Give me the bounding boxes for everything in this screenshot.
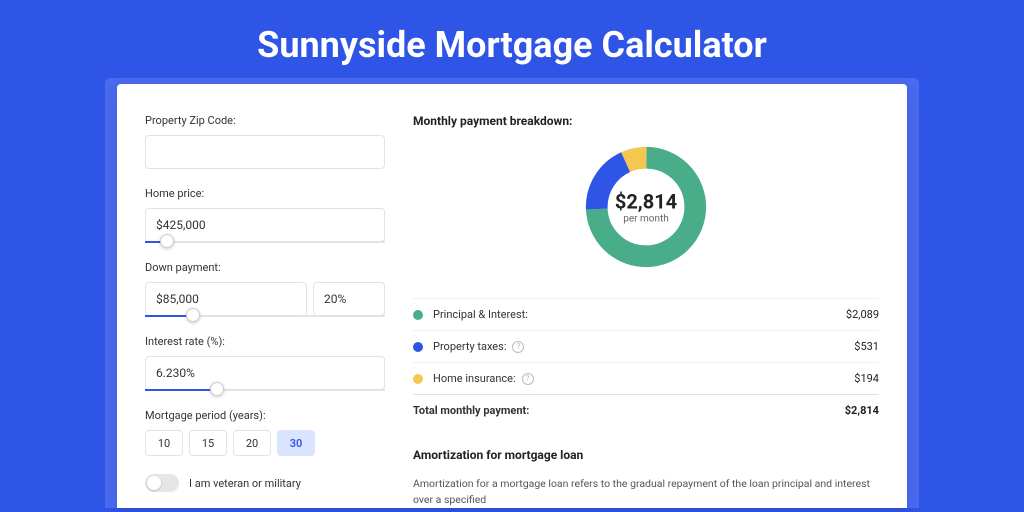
zip-field: Property Zip Code:	[145, 114, 385, 169]
period-button-20[interactable]: 20	[233, 430, 271, 456]
down-payment-slider[interactable]	[145, 315, 385, 317]
breakdown-value: $194	[854, 372, 879, 385]
total-label: Total monthly payment:	[413, 404, 845, 417]
home-price-label: Home price:	[145, 187, 385, 200]
period-button-10[interactable]: 10	[145, 430, 183, 456]
zip-label: Property Zip Code:	[145, 114, 385, 127]
breakdown-value: $531	[854, 340, 879, 353]
breakdown-label: Principal & Interest:	[433, 308, 846, 321]
amortization-body: Amortization for a mortgage loan refers …	[413, 476, 879, 508]
donut-amount: $2,814	[615, 190, 677, 214]
donut-chart: $2,814 per month	[413, 142, 879, 272]
page-title: Sunnyside Mortgage Calculator	[0, 0, 1024, 84]
breakdown-column: Monthly payment breakdown: $2,814 per mo…	[413, 114, 879, 508]
breakdown-label: Property taxes:?	[433, 340, 854, 353]
slider-fill	[145, 389, 217, 391]
info-icon[interactable]: ?	[512, 341, 524, 353]
period-button-15[interactable]: 15	[189, 430, 227, 456]
period-buttons: 10152030	[145, 430, 385, 456]
slider-thumb[interactable]	[160, 234, 174, 248]
info-icon[interactable]: ?	[522, 373, 534, 385]
breakdown-row: Property taxes:?$531	[413, 330, 879, 362]
breakdown-row: Principal & Interest:$2,089	[413, 298, 879, 330]
down-payment-field: Down payment:	[145, 261, 385, 317]
veteran-label: I am veteran or military	[189, 477, 301, 490]
interest-rate-input[interactable]	[145, 356, 385, 390]
interest-rate-field: Interest rate (%):	[145, 335, 385, 391]
period-button-30[interactable]: 30	[277, 430, 315, 456]
total-row: Total monthly payment: $2,814	[413, 394, 879, 426]
breakdown-row: Home insurance:?$194	[413, 362, 879, 394]
down-payment-input[interactable]	[145, 282, 307, 316]
veteran-row: I am veteran or military	[145, 474, 385, 492]
breakdown-title: Monthly payment breakdown:	[413, 114, 879, 128]
home-price-input[interactable]	[145, 208, 385, 242]
interest-rate-slider[interactable]	[145, 389, 385, 391]
inputs-column: Property Zip Code: Home price: Down paym…	[145, 114, 385, 508]
period-label: Mortgage period (years):	[145, 409, 385, 422]
period-field: Mortgage period (years): 10152030	[145, 409, 385, 456]
home-price-field: Home price:	[145, 187, 385, 243]
calculator-card: Property Zip Code: Home price: Down paym…	[117, 84, 907, 508]
zip-input[interactable]	[145, 135, 385, 169]
legend-dot-icon	[413, 374, 423, 384]
veteran-toggle[interactable]	[145, 474, 179, 492]
legend-dot-icon	[413, 310, 423, 320]
down-payment-pct-input[interactable]	[313, 282, 385, 316]
down-payment-label: Down payment:	[145, 261, 385, 274]
amortization-section: Amortization for mortgage loan Amortizat…	[413, 448, 879, 508]
interest-rate-label: Interest rate (%):	[145, 335, 385, 348]
home-price-slider[interactable]	[145, 241, 385, 243]
donut-sub: per month	[615, 214, 677, 225]
slider-thumb[interactable]	[186, 308, 200, 322]
breakdown-label: Home insurance:?	[433, 372, 854, 385]
legend-dot-icon	[413, 342, 423, 352]
total-value: $2,814	[845, 404, 879, 417]
donut-center: $2,814 per month	[615, 190, 677, 225]
slider-thumb[interactable]	[210, 382, 224, 396]
amortization-title: Amortization for mortgage loan	[413, 448, 879, 462]
breakdown-value: $2,089	[846, 308, 879, 321]
